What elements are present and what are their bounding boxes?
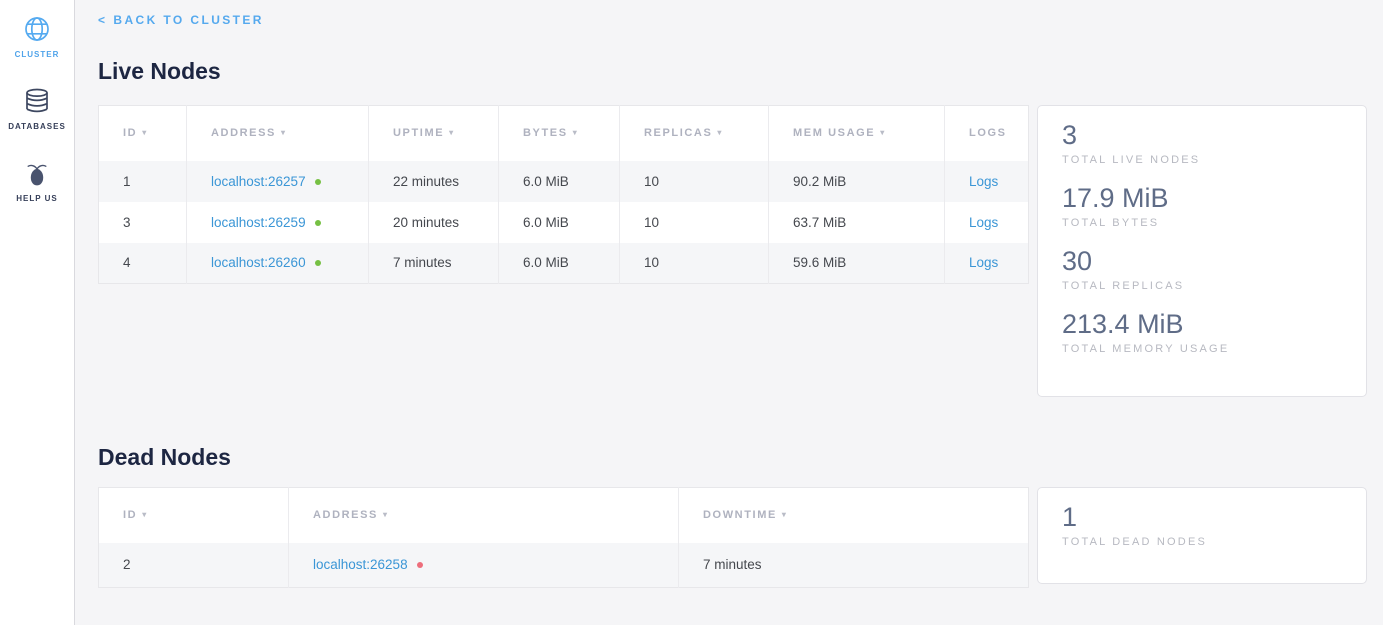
node-replicas-cell: 10 bbox=[620, 161, 769, 202]
stat-total-bytes: 17.9 MiB TOTAL BYTES bbox=[1062, 182, 1342, 229]
node-bytes-cell: 6.0 MiB bbox=[499, 202, 620, 243]
sort-arrow-icon: ▾ bbox=[717, 128, 723, 137]
node-replicas-cell: 10 bbox=[620, 243, 769, 284]
sort-arrow-icon: ▾ bbox=[142, 128, 148, 137]
back-link-label: BACK TO CLUSTER bbox=[113, 13, 263, 27]
live-nodes-title: Live Nodes bbox=[98, 57, 1366, 85]
stat-value: 30 bbox=[1062, 245, 1342, 278]
stat-value: 17.9 MiB bbox=[1062, 182, 1342, 215]
sidebar-item-databases[interactable]: DATABASES bbox=[0, 86, 74, 131]
node-address-link[interactable]: localhost:26257 bbox=[211, 174, 306, 189]
sidebar: CLUSTER DATABASES HELP US bbox=[0, 0, 75, 625]
node-logs-cell: Logs bbox=[945, 161, 1029, 202]
live-nodes-table: ID▾ ADDRESS▾ UPTIME▾ BYTES▾ REPLICAS▾ ME… bbox=[98, 105, 1029, 284]
dead-nodes-summary-panel: 1 TOTAL DEAD NODES bbox=[1037, 487, 1367, 584]
column-header-mem-usage[interactable]: MEM USAGE▾ bbox=[769, 106, 945, 161]
stat-value: 3 bbox=[1062, 119, 1342, 152]
live-status-dot-icon bbox=[315, 260, 321, 266]
stat-label: TOTAL MEMORY USAGE bbox=[1062, 343, 1342, 355]
database-icon bbox=[22, 86, 52, 116]
column-header-uptime[interactable]: UPTIME▾ bbox=[369, 106, 499, 161]
table-row: 1 localhost:26257 22 minutes 6.0 MiB 10 … bbox=[99, 161, 1029, 202]
node-mem-usage-cell: 90.2 MiB bbox=[769, 161, 945, 202]
sort-arrow-icon: ▾ bbox=[281, 128, 287, 137]
node-mem-usage-cell: 59.6 MiB bbox=[769, 243, 945, 284]
logs-link[interactable]: Logs bbox=[969, 255, 998, 270]
stat-label: TOTAL DEAD NODES bbox=[1062, 536, 1342, 548]
sort-arrow-icon: ▾ bbox=[142, 510, 148, 519]
node-logs-cell: Logs bbox=[945, 202, 1029, 243]
sort-arrow-icon: ▾ bbox=[880, 128, 886, 137]
stat-label: TOTAL BYTES bbox=[1062, 217, 1342, 229]
node-address-cell: localhost:26259 bbox=[187, 202, 369, 243]
node-downtime-cell: 7 minutes bbox=[679, 543, 1029, 588]
sidebar-item-label: CLUSTER bbox=[0, 50, 74, 59]
node-bytes-cell: 6.0 MiB bbox=[499, 243, 620, 284]
sidebar-item-label: HELP US bbox=[0, 194, 74, 203]
stat-value: 1 bbox=[1062, 501, 1342, 534]
column-header-id[interactable]: ID▾ bbox=[99, 106, 187, 161]
stat-total-live-nodes: 3 TOTAL LIVE NODES bbox=[1062, 119, 1342, 166]
column-header-id[interactable]: ID▾ bbox=[99, 488, 289, 543]
node-id-cell: 1 bbox=[99, 161, 187, 202]
column-header-replicas[interactable]: REPLICAS▾ bbox=[620, 106, 769, 161]
sort-arrow-icon: ▾ bbox=[449, 128, 455, 137]
live-status-dot-icon bbox=[315, 179, 321, 185]
stat-total-dead-nodes: 1 TOTAL DEAD NODES bbox=[1062, 501, 1342, 548]
node-address-cell: localhost:26257 bbox=[187, 161, 369, 202]
back-chevron-icon: < bbox=[98, 13, 107, 27]
stat-total-memory-usage: 213.4 MiB TOTAL MEMORY USAGE bbox=[1062, 308, 1342, 355]
node-id-cell: 4 bbox=[99, 243, 187, 284]
node-address-link[interactable]: localhost:26259 bbox=[211, 215, 306, 230]
sort-arrow-icon: ▾ bbox=[383, 510, 389, 519]
sort-arrow-icon: ▾ bbox=[782, 510, 788, 519]
sidebar-item-help-us[interactable]: HELP US bbox=[0, 158, 74, 203]
dead-table-header-row: ID▾ ADDRESS▾ DOWNTIME▾ bbox=[99, 488, 1029, 543]
sidebar-item-label: DATABASES bbox=[0, 122, 74, 131]
node-bytes-cell: 6.0 MiB bbox=[499, 161, 620, 202]
node-replicas-cell: 10 bbox=[620, 202, 769, 243]
logs-link[interactable]: Logs bbox=[969, 174, 998, 189]
node-uptime-cell: 7 minutes bbox=[369, 243, 499, 284]
live-status-dot-icon bbox=[315, 220, 321, 226]
table-row: 3 localhost:26259 20 minutes 6.0 MiB 10 … bbox=[99, 202, 1029, 243]
node-id-cell: 3 bbox=[99, 202, 187, 243]
node-uptime-cell: 22 minutes bbox=[369, 161, 499, 202]
stat-value: 213.4 MiB bbox=[1062, 308, 1342, 341]
table-row: 4 localhost:26260 7 minutes 6.0 MiB 10 5… bbox=[99, 243, 1029, 284]
stat-label: TOTAL REPLICAS bbox=[1062, 280, 1342, 292]
stat-label: TOTAL LIVE NODES bbox=[1062, 154, 1342, 166]
node-id-cell: 2 bbox=[99, 543, 289, 588]
column-header-logs: LOGS bbox=[945, 106, 1029, 161]
column-header-address[interactable]: ADDRESS▾ bbox=[187, 106, 369, 161]
dead-nodes-title: Dead Nodes bbox=[98, 443, 1366, 471]
node-uptime-cell: 20 minutes bbox=[369, 202, 499, 243]
column-header-bytes[interactable]: BYTES▾ bbox=[499, 106, 620, 161]
back-to-cluster-link[interactable]: < BACK TO CLUSTER bbox=[98, 13, 264, 27]
node-logs-cell: Logs bbox=[945, 243, 1029, 284]
dead-status-dot-icon bbox=[417, 562, 423, 568]
dead-nodes-table: ID▾ ADDRESS▾ DOWNTIME▾ 2 localhost:26258… bbox=[98, 487, 1029, 588]
stat-total-replicas: 30 TOTAL REPLICAS bbox=[1062, 245, 1342, 292]
column-header-downtime[interactable]: DOWNTIME▾ bbox=[679, 488, 1029, 543]
sidebar-item-cluster[interactable]: CLUSTER bbox=[0, 14, 74, 59]
live-table-header-row: ID▾ ADDRESS▾ UPTIME▾ BYTES▾ REPLICAS▾ ME… bbox=[99, 106, 1029, 161]
cockroach-icon bbox=[22, 158, 52, 188]
column-header-address[interactable]: ADDRESS▾ bbox=[289, 488, 679, 543]
node-address-link[interactable]: localhost:26258 bbox=[313, 557, 408, 572]
globe-icon bbox=[22, 14, 52, 44]
live-nodes-section: ID▾ ADDRESS▾ UPTIME▾ BYTES▾ REPLICAS▾ ME… bbox=[98, 105, 1366, 397]
node-address-link[interactable]: localhost:26260 bbox=[211, 255, 306, 270]
main-content: < BACK TO CLUSTER Live Nodes ID▾ ADDRESS▾… bbox=[75, 0, 1383, 588]
live-nodes-summary-panel: 3 TOTAL LIVE NODES 17.9 MiB TOTAL BYTES … bbox=[1037, 105, 1367, 397]
node-address-cell: localhost:26258 bbox=[289, 543, 679, 588]
logs-link[interactable]: Logs bbox=[969, 215, 998, 230]
node-address-cell: localhost:26260 bbox=[187, 243, 369, 284]
table-row: 2 localhost:26258 7 minutes bbox=[99, 543, 1029, 588]
dead-nodes-section: ID▾ ADDRESS▾ DOWNTIME▾ 2 localhost:26258… bbox=[98, 487, 1366, 588]
node-mem-usage-cell: 63.7 MiB bbox=[769, 202, 945, 243]
sort-arrow-icon: ▾ bbox=[573, 128, 579, 137]
